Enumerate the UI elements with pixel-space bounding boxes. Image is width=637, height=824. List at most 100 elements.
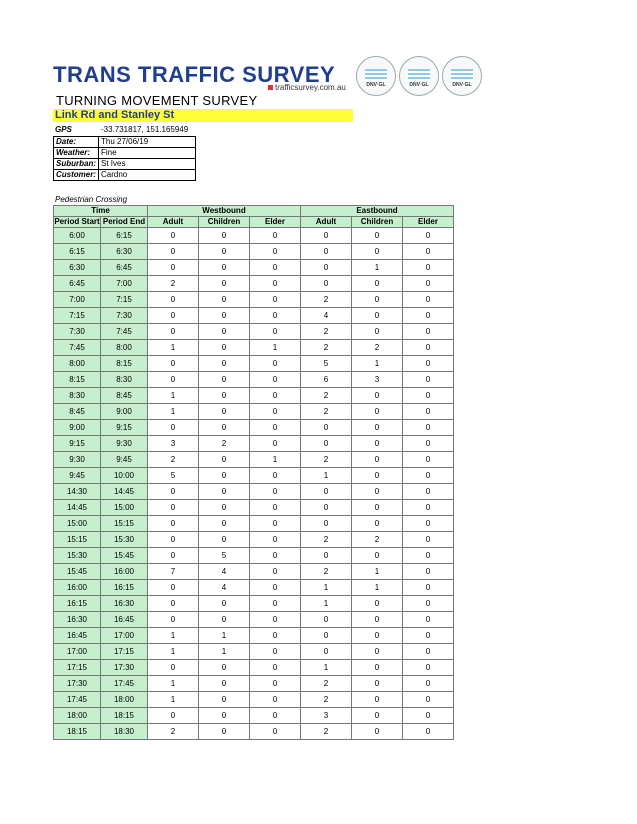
eastbound-adult-cell: 0 bbox=[300, 259, 352, 276]
eastbound-elder-cell: 0 bbox=[402, 723, 454, 740]
time-group-header: Time bbox=[53, 205, 148, 217]
westbound-adult-cell: 1 bbox=[147, 627, 199, 644]
eastbound-children-cell: 0 bbox=[351, 547, 403, 564]
period-end-cell: 15:00 bbox=[100, 499, 148, 516]
period-start-cell: 9:45 bbox=[53, 467, 101, 484]
eastbound-adult-cell: 5 bbox=[300, 355, 352, 372]
eastbound-elder-cell: 0 bbox=[402, 483, 454, 500]
table-row: 16:30 16:45 0 0 0 0 0 0 bbox=[53, 611, 454, 628]
info-label: Date: bbox=[52, 136, 100, 148]
eastbound-adult-cell: 2 bbox=[300, 723, 352, 740]
westbound-adult-cell: 0 bbox=[147, 419, 199, 436]
eastbound-elder-cell: 0 bbox=[402, 339, 454, 356]
info-label: Suburban: bbox=[52, 158, 100, 170]
eastbound-elder-cell: 0 bbox=[402, 451, 454, 468]
period-end-cell: 9:00 bbox=[100, 403, 148, 420]
westbound-children-cell: 1 bbox=[198, 627, 250, 644]
eastbound-children-cell: 0 bbox=[351, 451, 403, 468]
table-row: 15:45 16:00 7 4 0 2 1 0 bbox=[53, 563, 454, 580]
period-end-cell: 9:45 bbox=[100, 451, 148, 468]
period-start-cell: 15:30 bbox=[53, 547, 101, 564]
period-end-cell: 7:15 bbox=[100, 291, 148, 308]
westbound-adult-cell: 0 bbox=[147, 355, 199, 372]
period-start-cell: 14:45 bbox=[53, 499, 101, 516]
period-end-cell: 18:30 bbox=[100, 723, 148, 740]
eastbound-adult-cell: 2 bbox=[300, 531, 352, 548]
eastbound-elder-cell: 0 bbox=[402, 643, 454, 660]
eastbound-children-cell: 0 bbox=[351, 595, 403, 612]
westbound-adult-cell: 0 bbox=[147, 499, 199, 516]
column-header: Adult bbox=[147, 216, 199, 228]
eastbound-elder-cell: 0 bbox=[402, 595, 454, 612]
westbound-adult-cell: 0 bbox=[147, 371, 199, 388]
eastbound-group-header: Eastbound bbox=[300, 205, 454, 217]
table-row: 18:00 18:15 0 0 0 3 0 0 bbox=[53, 707, 454, 724]
period-end-cell: 16:30 bbox=[100, 595, 148, 612]
eastbound-adult-cell: 2 bbox=[300, 339, 352, 356]
westbound-adult-cell: 0 bbox=[147, 243, 199, 260]
westbound-elder-cell: 0 bbox=[249, 387, 301, 404]
eastbound-children-cell: 1 bbox=[351, 563, 403, 580]
eastbound-elder-cell: 0 bbox=[402, 419, 454, 436]
westbound-adult-cell: 0 bbox=[147, 659, 199, 676]
period-start-cell: 15:00 bbox=[53, 515, 101, 532]
gps-row: GPS -33.731817, 151.165949 bbox=[55, 125, 188, 134]
table-row: 8:15 8:30 0 0 0 6 3 0 bbox=[53, 371, 454, 388]
table-row: 7:45 8:00 1 0 1 2 2 0 bbox=[53, 339, 454, 356]
eastbound-adult-cell: 1 bbox=[300, 595, 352, 612]
period-start-cell: 7:00 bbox=[53, 291, 101, 308]
location-banner: Link Rd and Stanley St bbox=[53, 109, 353, 122]
period-start-cell: 6:15 bbox=[53, 243, 101, 260]
website-label: trafficsurvey.com.au bbox=[268, 83, 346, 92]
westbound-adult-cell: 1 bbox=[147, 339, 199, 356]
table-row: 15:15 15:30 0 0 0 2 2 0 bbox=[53, 531, 454, 548]
table-row: 6:30 6:45 0 0 0 0 1 0 bbox=[53, 259, 454, 276]
eastbound-adult-cell: 0 bbox=[300, 227, 352, 244]
westbound-adult-cell: 2 bbox=[147, 275, 199, 292]
eastbound-adult-cell: 0 bbox=[300, 435, 352, 452]
table-row: 6:00 6:15 0 0 0 0 0 0 bbox=[53, 227, 454, 244]
westbound-adult-cell: 0 bbox=[147, 323, 199, 340]
period-start-cell: 7:45 bbox=[53, 339, 101, 356]
eastbound-children-cell: 1 bbox=[351, 579, 403, 596]
eastbound-elder-cell: 0 bbox=[402, 579, 454, 596]
table-body: 6:00 6:15 0 0 0 0 0 0 6:15 6:30 0 0 0 0 0 0 6:30 6:45 0 0 0 0… bbox=[53, 227, 454, 740]
westbound-children-cell: 0 bbox=[198, 723, 250, 740]
pedestrian-crossing-table: Time Westbound Eastbound Period Start Pe… bbox=[53, 205, 454, 740]
eastbound-elder-cell: 0 bbox=[402, 387, 454, 404]
period-end-cell: 8:15 bbox=[100, 355, 148, 372]
period-end-cell: 17:30 bbox=[100, 659, 148, 676]
eastbound-children-cell: 0 bbox=[351, 691, 403, 708]
eastbound-adult-cell: 0 bbox=[300, 275, 352, 292]
eastbound-elder-cell: 0 bbox=[402, 403, 454, 420]
westbound-elder-cell: 0 bbox=[249, 515, 301, 532]
eastbound-children-cell: 2 bbox=[351, 531, 403, 548]
westbound-elder-cell: 0 bbox=[249, 227, 301, 244]
westbound-adult-cell: 2 bbox=[147, 451, 199, 468]
westbound-children-cell: 0 bbox=[198, 467, 250, 484]
westbound-elder-cell: 0 bbox=[249, 371, 301, 388]
eastbound-children-cell: 0 bbox=[351, 627, 403, 644]
eastbound-adult-cell: 2 bbox=[300, 691, 352, 708]
table-row: 9:15 9:30 3 2 0 0 0 0 bbox=[53, 435, 454, 452]
eastbound-children-cell: 1 bbox=[351, 259, 403, 276]
eastbound-adult-cell: 1 bbox=[300, 467, 352, 484]
table-row: 7:15 7:30 0 0 0 4 0 0 bbox=[53, 307, 454, 324]
westbound-children-cell: 0 bbox=[198, 419, 250, 436]
eastbound-elder-cell: 0 bbox=[402, 563, 454, 580]
westbound-children-cell: 4 bbox=[198, 563, 250, 580]
westbound-children-cell: 0 bbox=[198, 387, 250, 404]
westbound-elder-cell: 0 bbox=[249, 275, 301, 292]
westbound-elder-cell: 0 bbox=[249, 595, 301, 612]
table-row: 14:45 15:00 0 0 0 0 0 0 bbox=[53, 499, 454, 516]
eastbound-elder-cell: 0 bbox=[402, 515, 454, 532]
table-row: 16:15 16:30 0 0 0 1 0 0 bbox=[53, 595, 454, 612]
westbound-adult-cell: 2 bbox=[147, 723, 199, 740]
period-start-cell: 16:30 bbox=[53, 611, 101, 628]
period-start-cell: 6:00 bbox=[53, 227, 101, 244]
eastbound-adult-cell: 0 bbox=[300, 243, 352, 260]
eastbound-elder-cell: 0 bbox=[402, 467, 454, 484]
info-row-suburban: Suburban: St Ives bbox=[52, 158, 197, 170]
eastbound-elder-cell: 0 bbox=[402, 547, 454, 564]
westbound-adult-cell: 0 bbox=[147, 531, 199, 548]
